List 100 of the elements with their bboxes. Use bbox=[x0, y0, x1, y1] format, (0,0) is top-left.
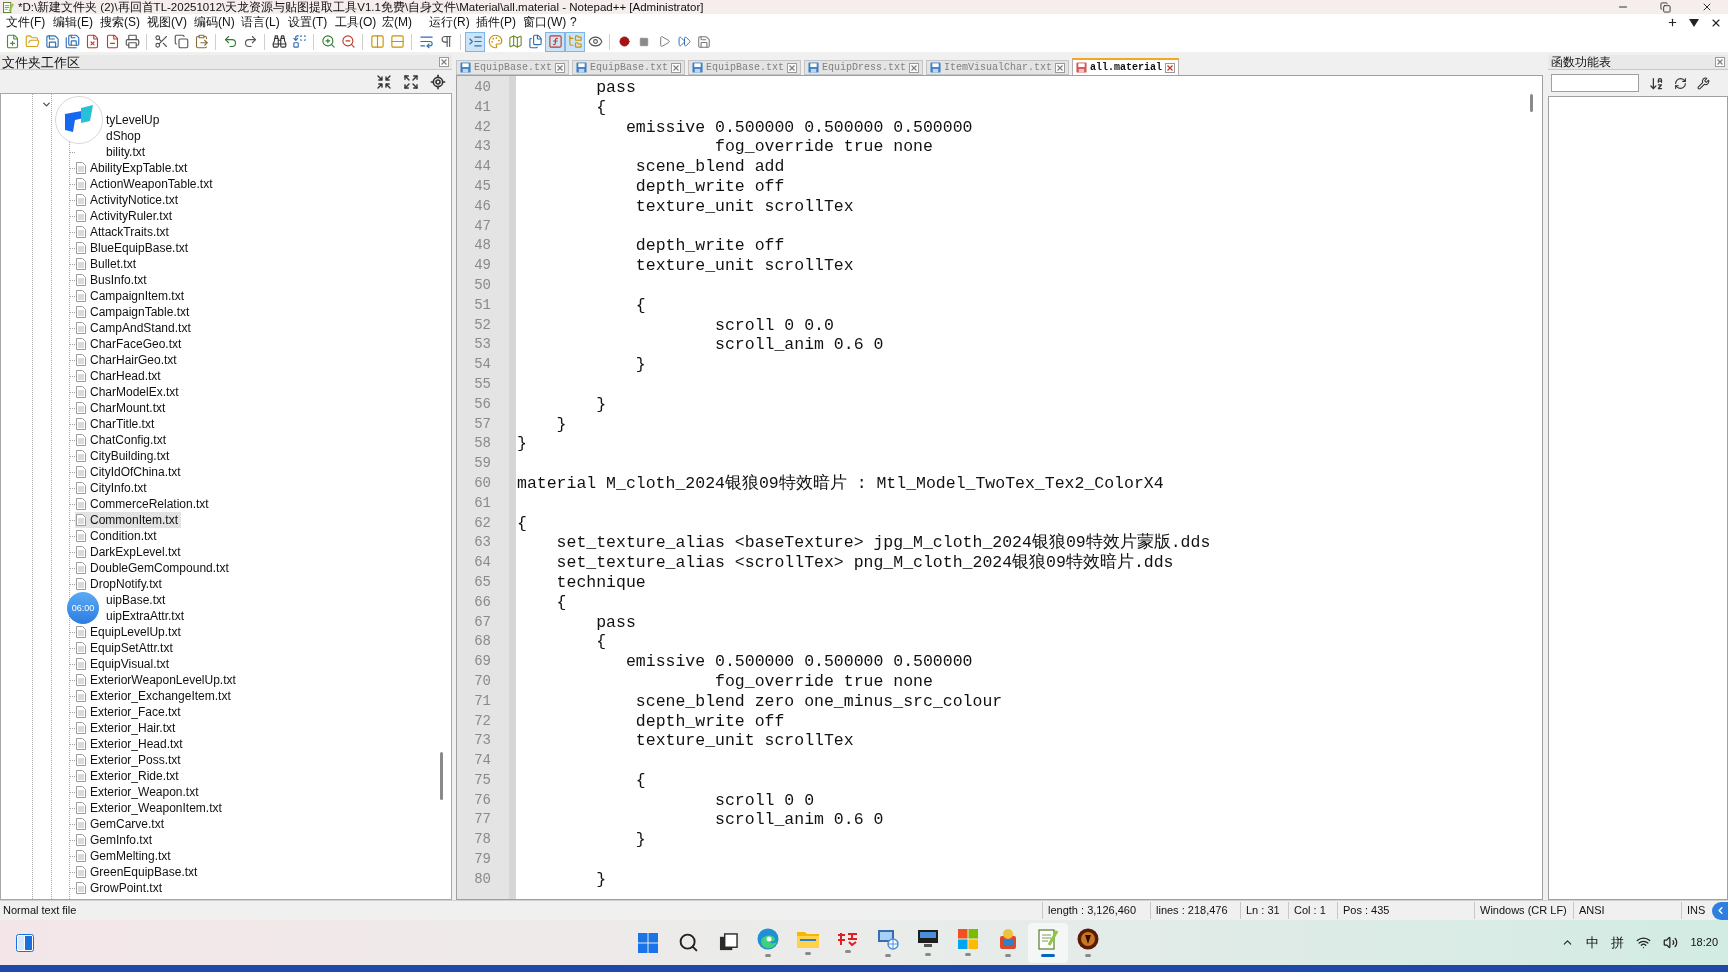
line-number: 48 bbox=[473, 236, 492, 256]
line-number: 51 bbox=[473, 295, 492, 315]
tree-item[interactable]: EquipVisual.txt bbox=[75, 656, 173, 672]
tree-item[interactable]: CityIdOfChina.txt bbox=[75, 464, 184, 480]
tree-item[interactable]: GemCarve.txt bbox=[75, 816, 167, 832]
menu-item[interactable]: 编辑(E) bbox=[50, 14, 97, 31]
menu-item[interactable]: 编码(N) bbox=[191, 14, 238, 31]
zoom-in-icon bbox=[320, 34, 336, 49]
code-line: texture_unit scrollTex bbox=[635, 196, 854, 217]
tree-item[interactable]: AbilityExpTable.txt bbox=[75, 160, 191, 176]
tree-item[interactable]: ActionWeaponTable.txt bbox=[75, 176, 216, 192]
dropdown-triangle-icon[interactable] bbox=[1689, 18, 1699, 27]
tree-item[interactable]: CharHairGeo.txt bbox=[75, 352, 180, 368]
tree-item[interactable]: EquipSetAttr.txt bbox=[75, 640, 176, 656]
input-mode-indicator[interactable]: 拼 bbox=[1611, 932, 1625, 953]
tree-item[interactable]: GrowPoint.txt bbox=[75, 880, 166, 896]
menu-item[interactable]: 运行(R) bbox=[426, 14, 473, 31]
tree-item[interactable]: Exterior_Face.txt bbox=[75, 704, 184, 720]
tree-item[interactable]: dShop bbox=[105, 128, 142, 144]
restore-icon[interactable] bbox=[1659, 1, 1671, 13]
code-line: depth_write off bbox=[635, 711, 785, 732]
refresh-icon[interactable] bbox=[1674, 76, 1687, 90]
tree-item[interactable]: CampaignTable.txt bbox=[75, 304, 193, 320]
tree-item[interactable]: CommerceRelation.txt bbox=[75, 496, 212, 512]
tree-item[interactable]: CampAndStand.txt bbox=[75, 320, 194, 336]
tree-item[interactable]: CharMount.txt bbox=[75, 400, 169, 416]
search-field[interactable] bbox=[1551, 74, 1639, 92]
tree-item[interactable]: ExteriorWeaponLevelUp.txt bbox=[75, 672, 239, 688]
tree-item[interactable]: DarkExpLevel.txt bbox=[75, 544, 184, 560]
sort-icon[interactable] bbox=[1649, 75, 1664, 91]
tree-item[interactable]: CityBuilding.txt bbox=[75, 448, 173, 464]
tree-item[interactable]: ActivityRuler.txt bbox=[75, 208, 176, 224]
locate-icon[interactable] bbox=[430, 73, 446, 90]
tree-item[interactable]: EquipLevelUp.txt bbox=[75, 624, 184, 640]
ime-indicator[interactable]: 中 bbox=[1586, 932, 1600, 953]
line-number: 43 bbox=[473, 137, 492, 157]
tree-item[interactable]: Condition.txt bbox=[75, 528, 160, 544]
tree-item[interactable]: BusInfo.txt bbox=[75, 272, 150, 288]
menu-item[interactable]: 插件(P) bbox=[473, 14, 520, 31]
tree-item[interactable]: uipExtraAttr.txt bbox=[105, 608, 186, 624]
menu-item[interactable]: 视图(V) bbox=[144, 14, 191, 31]
line-number: 62 bbox=[473, 513, 492, 533]
tree-item[interactable]: bility.txt bbox=[105, 144, 147, 160]
line-number: 40 bbox=[473, 78, 492, 97]
menu-item[interactable]: 文件(F) bbox=[3, 14, 50, 31]
menu-item[interactable]: ? bbox=[567, 14, 614, 31]
tree-item[interactable]: DoubleGemCompound.txt bbox=[75, 560, 232, 576]
round-emblem-icon bbox=[1077, 928, 1099, 950]
folder-tree-icon bbox=[567, 34, 583, 49]
tree-item[interactable]: Bullet.txt bbox=[75, 256, 140, 272]
line-number: 78 bbox=[473, 830, 492, 850]
tree-item[interactable]: Exterior_Hair.txt bbox=[75, 720, 179, 736]
expand-icon[interactable] bbox=[403, 73, 419, 90]
code-line: pass bbox=[596, 78, 636, 98]
tree-item[interactable]: ChatConfig.txt bbox=[75, 432, 170, 448]
tree-item[interactable]: Exterior_WeaponItem.txt bbox=[75, 800, 225, 816]
search-icon bbox=[677, 932, 699, 953]
menu-item[interactable]: 设置(T) bbox=[285, 14, 332, 31]
tree-item[interactable]: ActivityNotice.txt bbox=[75, 192, 182, 208]
tree-item[interactable]: Exterior_Poss.txt bbox=[75, 752, 184, 768]
tree-item[interactable]: GreenEquipBase.txt bbox=[75, 864, 201, 880]
menu-item[interactable]: 语言(L) bbox=[238, 14, 285, 31]
menu-item[interactable]: 宏(M) bbox=[379, 14, 426, 31]
tree-item[interactable]: Exterior_Head.txt bbox=[75, 736, 186, 752]
speaker-icon[interactable] bbox=[1663, 935, 1679, 950]
tree-item[interactable]: AttackTraits.txt bbox=[75, 224, 172, 240]
close-icon[interactable] bbox=[1701, 1, 1713, 13]
code-line: set_texture_alias <scrollTex> png_M_cloth_2024银狼09特效暗片.dds bbox=[556, 553, 1174, 573]
tree-item[interactable]: uipBase.txt bbox=[105, 592, 167, 608]
tree-item[interactable]: GemMelting.txt bbox=[75, 848, 174, 864]
swirl-circle-icon bbox=[757, 928, 779, 950]
wifi-icon[interactable] bbox=[1636, 935, 1652, 950]
columns-icon bbox=[369, 34, 385, 49]
collapse-icon[interactable] bbox=[376, 73, 392, 90]
tree-item[interactable]: CharTitle.txt bbox=[75, 416, 158, 432]
menu-item[interactable]: 搜索(S) bbox=[97, 14, 144, 31]
tree-item[interactable]: Exterior_Weapon.txt bbox=[75, 784, 202, 800]
tree-item[interactable]: BlueEquipBase.txt bbox=[75, 240, 192, 256]
tree-item[interactable]: CampaignItem.txt bbox=[75, 288, 188, 304]
plus-icon[interactable] bbox=[1667, 17, 1678, 28]
menu-item[interactable]: 窗口(W) bbox=[520, 14, 567, 31]
tree-item[interactable]: Exterior_Ride.txt bbox=[75, 768, 182, 784]
settings-icon[interactable] bbox=[1697, 76, 1710, 90]
tree-item[interactable]: CharFaceGeo.txt bbox=[75, 336, 185, 352]
menu-item[interactable]: 工具(O) bbox=[332, 14, 379, 31]
split-panel-icon[interactable] bbox=[16, 933, 34, 952]
tree-item[interactable]: tyLevelUp bbox=[105, 112, 161, 128]
tree-item[interactable]: CharModelEx.txt bbox=[75, 384, 182, 400]
code-line: depth_write off bbox=[635, 177, 785, 197]
tree-item[interactable]: CommonItem.txt bbox=[75, 512, 182, 528]
clock-time[interactable]: 18:20 bbox=[1690, 934, 1718, 951]
line-number: 50 bbox=[473, 275, 492, 295]
code-line: { bbox=[635, 295, 646, 316]
tree-item[interactable]: CityInfo.txt bbox=[75, 480, 150, 496]
tree-item[interactable]: GemInfo.txt bbox=[75, 832, 156, 848]
tree-item[interactable]: DropNotify.txt bbox=[75, 576, 165, 592]
tab[interactable]: all.material bbox=[1072, 58, 1180, 75]
printer-icon bbox=[124, 34, 140, 49]
tree-item[interactable]: Exterior_ExchangeItem.txt bbox=[75, 688, 234, 704]
tree-item[interactable]: CharHead.txt bbox=[75, 368, 164, 384]
